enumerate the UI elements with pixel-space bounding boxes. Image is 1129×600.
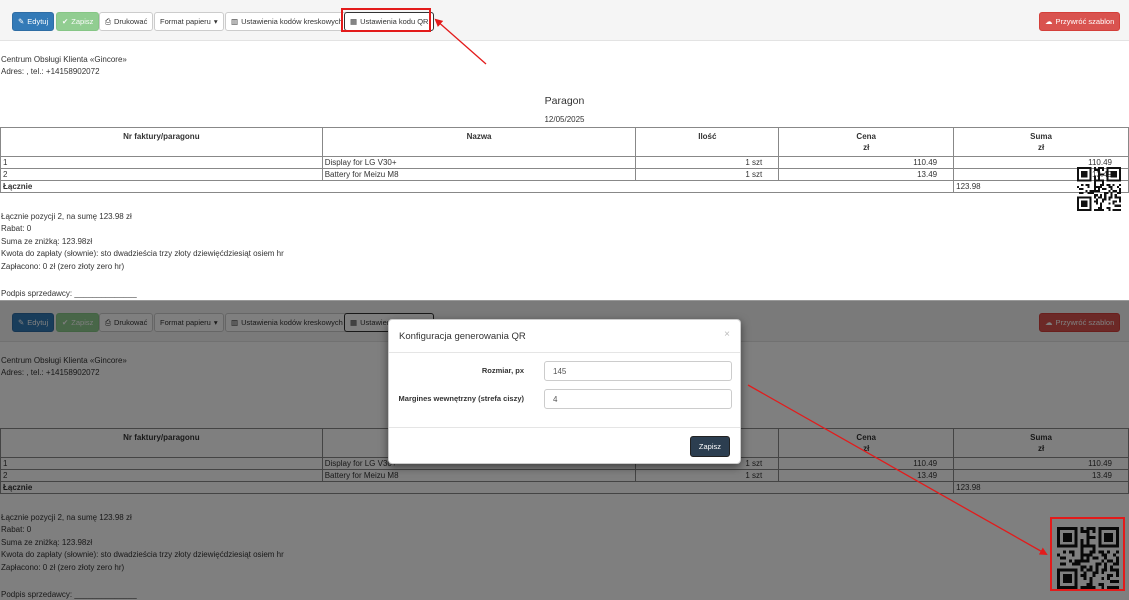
column-header-invoice: Nr faktury/paragonu: [0, 127, 323, 157]
check-icon: ✔: [62, 17, 69, 26]
barcode-icon: ▥: [231, 17, 239, 26]
receipt-summary: Łącznie pozycji 2, na sumę 123.98 zł Rab…: [1, 212, 284, 271]
modal-title: Konfiguracja generowania QR: [399, 331, 526, 342]
pencil-icon: ✎: [18, 17, 25, 26]
edit-button[interactable]: ✎Edytuj: [12, 12, 55, 31]
column-header-quantity: Ilość: [635, 127, 780, 157]
items-table: Nr faktury/paragonu Nazwa Ilość Cenazł S…: [0, 127, 1129, 193]
qr-code-highlight-box: [1050, 517, 1125, 591]
size-label: Rozmiar, px: [481, 366, 524, 375]
save-button[interactable]: ✔Zapisz: [56, 12, 100, 31]
company-name: Centrum Obsługi Klienta «Gincore»: [1, 55, 127, 64]
caret-down-icon: ▾: [213, 17, 218, 26]
margin-input[interactable]: [544, 389, 732, 409]
modal-save-button[interactable]: Zapisz: [689, 436, 730, 457]
company-info: Centrum Obsługi Klienta «Gincore» Adres:…: [1, 54, 127, 78]
top-screenshot-pane: ✎ Edytuj ✔ Zapisz ⎙ Drukować Format papieru…: [0, 0, 1129, 300]
print-button[interactable]: ⎙Drukować: [99, 12, 154, 31]
modal-header: Konfiguracja generowania QR ×: [389, 320, 740, 353]
table-total-row: Łącznie 123.98: [0, 180, 1129, 193]
size-input[interactable]: [544, 361, 732, 381]
seller-signature: Podpis sprzedawcy: ______________: [1, 289, 137, 298]
table-row: 2 Battery for Meizu M8 1 szt 13.49 13.49: [0, 168, 1129, 181]
printer-icon: ⎙: [105, 17, 111, 26]
modal-footer: Zapisz: [389, 427, 740, 465]
size-form-row: Rozmiar, px: [389, 361, 740, 381]
table-header-row: Nr faktury/paragonu Nazwa Ilość Cenazł S…: [0, 127, 1129, 157]
receipt-title: Paragon: [544, 95, 585, 107]
cloud-upload-icon: ☁: [1045, 17, 1053, 26]
qr-config-modal: Konfiguracja generowania QR × Rozmiar, p…: [388, 319, 741, 464]
paper-format-button[interactable]: Format papieru▾: [154, 12, 224, 31]
restore-template-button[interactable]: ☁Przywróć szablon: [1039, 12, 1121, 31]
company-address: Adres: , tel.: +14158902072: [1, 67, 100, 76]
margin-form-row: Margines wewnętrzny (strefa ciszy): [389, 389, 740, 409]
receipt-date: 12/05/2025: [544, 115, 585, 124]
close-icon[interactable]: ×: [724, 329, 730, 340]
barcode-settings-button[interactable]: ▥Ustawienia kodów kreskowych: [225, 12, 349, 31]
column-header-name: Nazwa: [321, 127, 637, 157]
margin-label: Margines wewnętrzny (strefa ciszy): [398, 394, 524, 403]
toolbar: ✎Edytuj ✔Zapisz ⎙Drukować Format papieru…: [0, 0, 1129, 41]
bottom-screenshot-pane: ✎Edytuj ✔Zapisz ⎙Drukować Format papieru…: [0, 300, 1129, 600]
column-header-price: Cenazł: [778, 127, 955, 157]
qr-code-image: [1077, 167, 1121, 211]
table-row: 1 Display for LG V30+ 1 szt 110.49 110.4…: [0, 156, 1129, 169]
qr-button-highlight-box: [341, 8, 431, 32]
column-header-sum: Sumazł: [953, 127, 1129, 157]
